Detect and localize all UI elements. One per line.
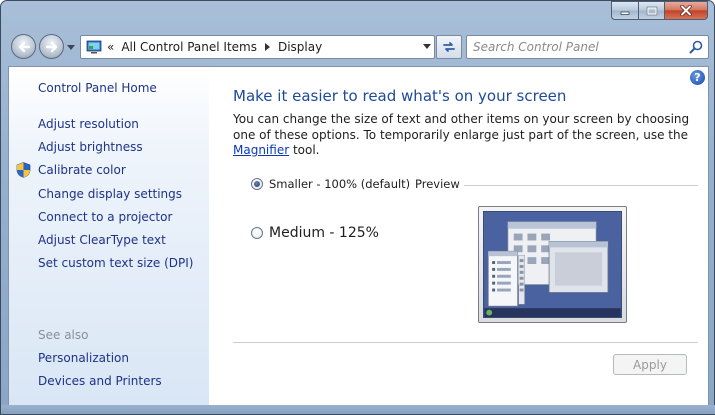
see-also-devices-and-printers[interactable]: Devices and Printers <box>38 374 162 388</box>
control-panel-window: « All Control Panel Items Display Contro… <box>0 0 715 415</box>
preview-screen <box>483 211 622 318</box>
option-medium-label[interactable]: Medium - 125% <box>269 225 379 241</box>
window-bottom-frame <box>1 405 715 414</box>
option-medium[interactable]: Medium - 125% <box>251 225 379 241</box>
main-content: ? Make it easier to read what's on your … <box>210 67 708 405</box>
option-smaller[interactable]: Smaller - 100% (default) <box>251 177 410 191</box>
sidebar-item-calibrate-color[interactable]: Calibrate color <box>38 163 126 177</box>
see-also-personalization[interactable]: Personalization <box>38 351 129 365</box>
apply-button[interactable]: Apply <box>613 354 687 375</box>
caption-buttons <box>611 1 708 20</box>
breadcrumb-all-control-panel-items[interactable]: All Control Panel Items <box>121 40 257 54</box>
see-also-heading: See also <box>38 328 89 342</box>
uac-shield-icon <box>16 162 31 178</box>
preview-label: Preview <box>415 177 460 191</box>
sidebar-item-connect-to-projector[interactable]: Connect to a projector <box>38 210 172 224</box>
preview-image <box>478 206 627 323</box>
maximize-icon <box>646 6 657 15</box>
sidebar-item-custom-text-size[interactable]: Set custom text size (DPI) <box>38 256 193 270</box>
minimize-button[interactable] <box>611 1 638 20</box>
navigation-bar: « All Control Panel Items Display <box>7 32 709 61</box>
radio-smaller[interactable] <box>251 178 263 190</box>
refresh-button[interactable] <box>436 35 462 59</box>
page-title: Make it easier to read what's on your sc… <box>233 87 567 105</box>
search-icon[interactable] <box>689 40 703 54</box>
back-button[interactable] <box>11 34 36 59</box>
preview-divider <box>464 185 698 186</box>
forward-arrow-icon <box>45 41 57 52</box>
task-pane: Control Panel Home Adjust resolution Adj… <box>9 67 209 405</box>
client-area: Control Panel Home Adjust resolution Adj… <box>8 66 709 406</box>
search-box[interactable] <box>466 35 709 59</box>
sidebar-item-adjust-resolution[interactable]: Adjust resolution <box>38 117 139 131</box>
breadcrumb-display[interactable]: Display <box>278 40 322 54</box>
back-arrow-icon <box>18 41 30 52</box>
magnifier-link[interactable]: Magnifier <box>233 143 289 157</box>
description-text-start: You can change the size of text and othe… <box>233 112 690 142</box>
sidebar-item-change-display-settings[interactable]: Change display settings <box>38 187 182 201</box>
address-overflow-chevron[interactable]: « <box>107 40 114 54</box>
description-text-end: tool. <box>289 143 320 157</box>
sidebar-item-adjust-cleartype[interactable]: Adjust ClearType text <box>38 233 166 247</box>
search-input[interactable] <box>473 40 683 54</box>
sidebar-item-adjust-brightness[interactable]: Adjust brightness <box>38 140 143 154</box>
close-icon <box>680 5 692 16</box>
option-smaller-label[interactable]: Smaller - 100% (default) <box>269 177 410 191</box>
refresh-icon <box>443 42 455 52</box>
close-button[interactable] <box>664 1 708 20</box>
recent-pages-dropdown[interactable] <box>67 43 75 51</box>
help-icon[interactable]: ? <box>690 70 705 85</box>
chevron-down-icon <box>67 44 75 50</box>
forward-button[interactable] <box>39 34 64 59</box>
control-panel-icon <box>86 40 102 54</box>
address-dropdown-icon[interactable] <box>423 44 431 50</box>
sidebar-control-panel-home[interactable]: Control Panel Home <box>38 81 157 95</box>
bottom-divider <box>233 342 698 343</box>
page-description: You can change the size of text and othe… <box>233 112 693 159</box>
minimize-icon <box>620 11 630 15</box>
radio-medium[interactable] <box>251 227 263 239</box>
breadcrumb-separator-icon[interactable] <box>264 43 270 51</box>
maximize-button[interactable] <box>638 1 664 20</box>
address-bar[interactable]: « All Control Panel Items Display <box>80 35 435 59</box>
